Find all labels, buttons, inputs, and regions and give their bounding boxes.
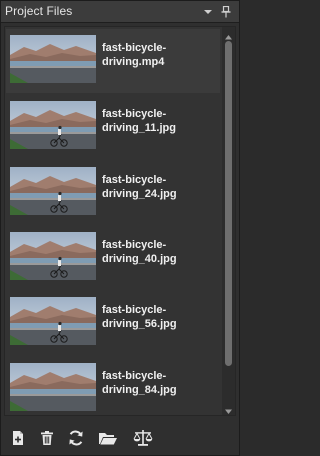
scroll-down-arrow-icon[interactable] xyxy=(224,403,233,414)
open-folder-icon[interactable] xyxy=(98,428,118,448)
panel-titlebar[interactable]: Project Files xyxy=(1,1,239,23)
file-list-item[interactable]: fast-bicycle-driving_40.jpg xyxy=(6,226,220,290)
file-thumbnail xyxy=(10,363,96,411)
file-list[interactable]: fast-bicycle-driving.mp4 fast-bicycle-dr… xyxy=(5,27,221,415)
new-file-icon[interactable] xyxy=(8,428,28,448)
file-thumbnail xyxy=(10,297,96,345)
file-thumbnail xyxy=(10,232,96,280)
file-thumbnail xyxy=(10,101,96,149)
file-name: fast-bicycle-driving_40.jpg xyxy=(102,239,177,265)
dropdown-arrow-icon[interactable] xyxy=(201,5,215,19)
file-name: fast-bicycle-driving_84.jpg xyxy=(102,370,177,396)
scrollbar-thumb[interactable] xyxy=(225,41,232,366)
file-name: fast-bicycle-driving_11.jpg xyxy=(102,108,176,134)
pin-icon[interactable] xyxy=(219,5,233,19)
file-thumbnail xyxy=(10,167,96,215)
delete-icon[interactable] xyxy=(37,428,57,448)
file-list-item[interactable]: fast-bicycle-driving_84.jpg xyxy=(6,357,220,415)
file-name: fast-bicycle-driving_56.jpg xyxy=(102,304,177,330)
panel-title: Project Files xyxy=(5,4,73,18)
file-list-item[interactable]: fast-bicycle-driving_11.jpg xyxy=(6,95,220,159)
project-files-panel: Project Files fast-bicycle-driving.mp4 f… xyxy=(0,0,240,456)
panel-toolbar xyxy=(1,419,239,455)
file-list-container[interactable]: fast-bicycle-driving.mp4 fast-bicycle-dr… xyxy=(4,26,236,416)
file-name: fast-bicycle-driving.mp4 xyxy=(102,42,167,68)
file-name: fast-bicycle-driving_24.jpg xyxy=(102,174,177,200)
vertical-scrollbar[interactable] xyxy=(222,27,235,415)
scroll-up-arrow-icon[interactable] xyxy=(224,29,233,40)
file-list-item[interactable]: fast-bicycle-driving_24.jpg xyxy=(6,161,220,225)
scales-icon[interactable] xyxy=(133,428,153,448)
refresh-icon[interactable] xyxy=(66,428,86,448)
file-list-item[interactable]: fast-bicycle-driving_56.jpg xyxy=(6,291,220,355)
file-thumbnail xyxy=(10,35,96,83)
file-list-item[interactable]: fast-bicycle-driving.mp4 xyxy=(6,29,220,93)
